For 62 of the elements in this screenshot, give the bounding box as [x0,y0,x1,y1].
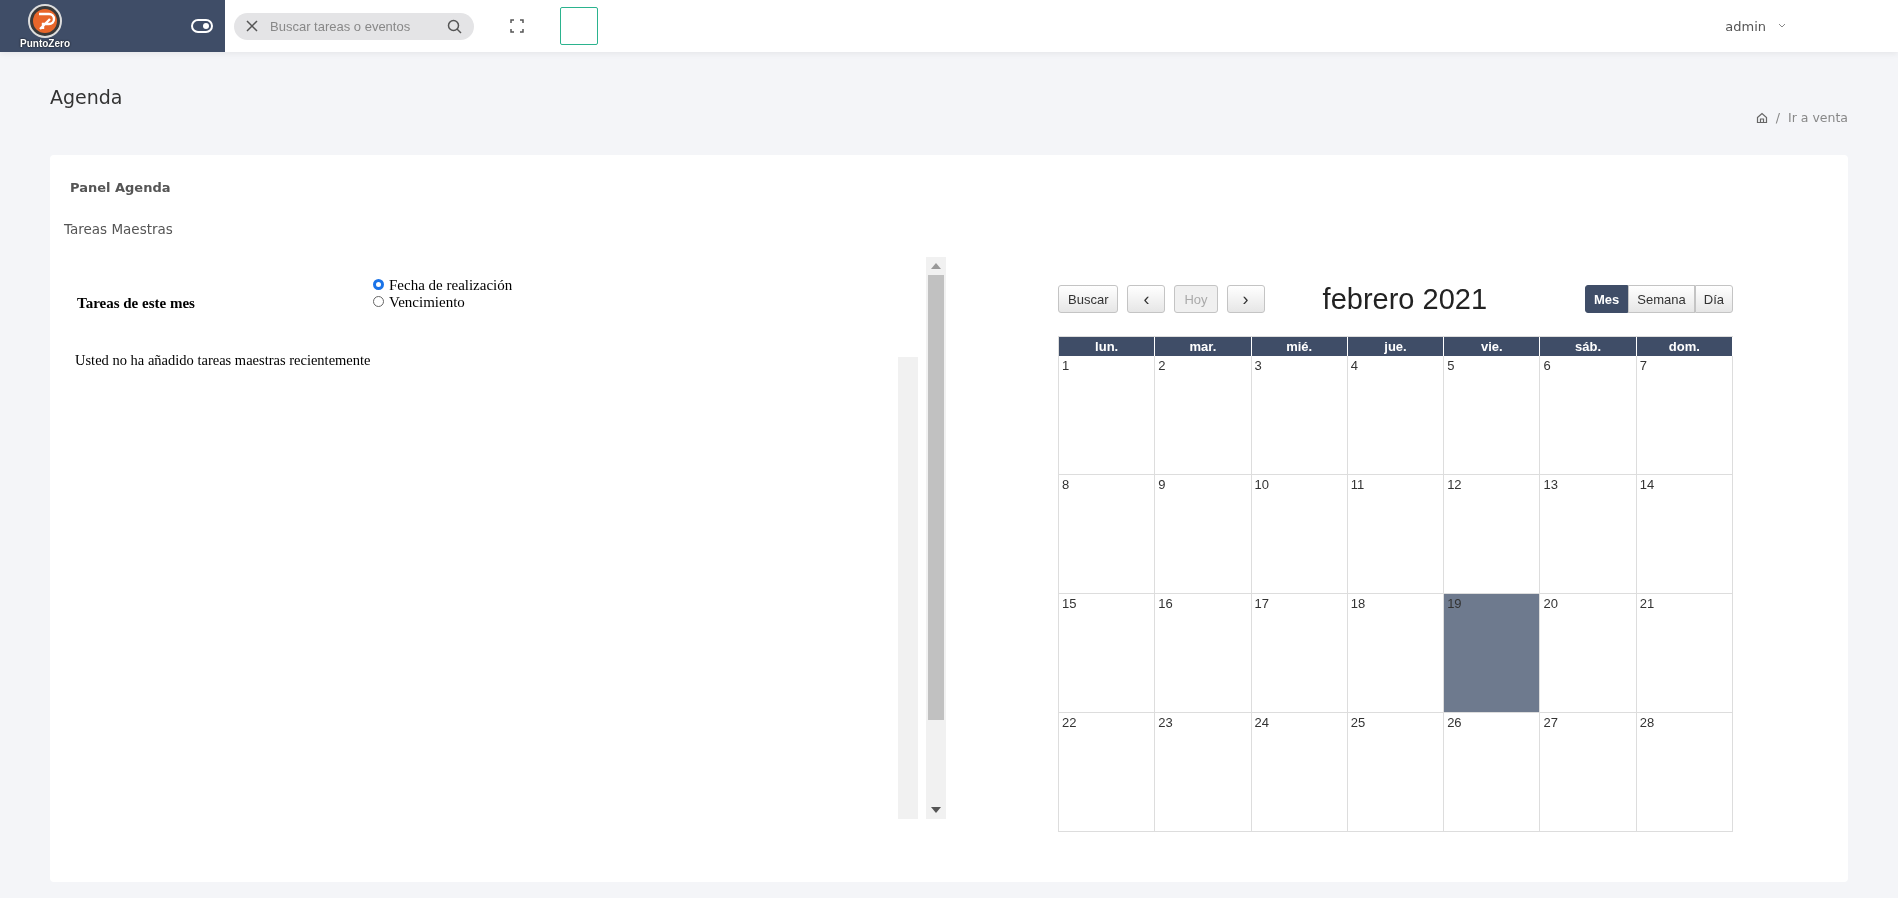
next-button[interactable]: › [1226,285,1265,313]
clear-icon[interactable] [246,20,258,32]
fullscreen-icon[interactable] [510,19,524,33]
scroll-down-icon[interactable] [931,807,941,813]
day-cell[interactable]: 15 [1059,594,1156,713]
day-cell[interactable]: 8 [1059,475,1156,594]
weekday-header: mar. [1155,337,1252,356]
day-cell[interactable]: 14 [1636,475,1733,594]
day-cell[interactable]: 16 [1155,594,1252,713]
day-cell[interactable]: 23 [1155,713,1252,832]
view-tab[interactable]: Semana [1628,285,1695,313]
day-cell[interactable]: 4 [1347,356,1445,475]
day-cell[interactable]: 11 [1347,475,1445,594]
breadcrumb-separator: / [1775,110,1780,125]
search-bar[interactable]: Buscar tareas o eventos [234,12,474,40]
day-cell[interactable]: 7 [1636,356,1733,475]
calendar-title: febrero 2021 [1322,282,1488,316]
view-tab[interactable]: Mes [1585,285,1629,313]
day-cell[interactable]: 6 [1540,356,1637,475]
weekday-header: mié. [1251,337,1348,356]
day-cell[interactable]: 27 [1540,713,1637,832]
user-name[interactable]: admin [1725,18,1766,34]
logo-icon [28,3,62,38]
radio-option[interactable]: Fecha de realización [367,277,513,294]
section-title: Tareas Maestras [64,221,174,237]
weekday-header: dom. [1636,337,1733,356]
weekday-header: vie. [1444,337,1541,356]
day-cell[interactable]: 17 [1251,594,1348,713]
scrollbar-thumb[interactable] [928,275,944,720]
brand-name: PuntoZero [20,37,70,49]
day-cell[interactable]: 2 [1155,356,1252,475]
weekday-header: jue. [1347,337,1445,356]
search-field[interactable]: Buscar tareas o eventos [268,17,437,35]
panel-title: Panel Agenda [70,180,172,195]
user-menu[interactable]: admin [1725,18,1786,34]
search-icon[interactable] [447,18,462,34]
home-icon[interactable] [1755,111,1768,124]
tasks-heading: Tareas de este mes [76,295,196,312]
day-cell[interactable]: 21 [1636,594,1733,713]
empty-message: Usted no ha añadido tareas maestras recientemente [74,352,372,369]
day-cell[interactable]: 25 [1347,713,1445,832]
day-cell[interactable]: 1 [1059,356,1156,475]
previous-button[interactable]: ‹ [1127,285,1166,313]
chevron-down-icon[interactable] [1778,23,1786,29]
day-cell[interactable]: 10 [1251,475,1348,594]
weekday-header: lun. [1059,337,1156,356]
radio-option[interactable]: Vencimiento [367,294,465,311]
day-cell[interactable]: 26 [1444,713,1541,832]
day-cell[interactable]: 3 [1251,356,1348,475]
day-cell[interactable]: 24 [1251,713,1348,832]
view-tab[interactable]: Día [1694,285,1733,313]
day-cell[interactable]: 9 [1155,475,1252,594]
weekday-header: sáb. [1540,337,1637,356]
day-cell[interactable]: 22 [1059,713,1156,832]
search-button[interactable]: Buscar [1058,285,1119,313]
day-cell[interactable]: 13 [1540,475,1637,594]
day-cell[interactable]: 28 [1636,713,1733,832]
day-cell[interactable]: 5 [1444,356,1541,475]
empty-button[interactable] [560,7,598,45]
day-cell[interactable]: 20 [1540,594,1637,713]
toggle-icon[interactable] [191,19,213,33]
page-title: Agenda [50,86,123,110]
